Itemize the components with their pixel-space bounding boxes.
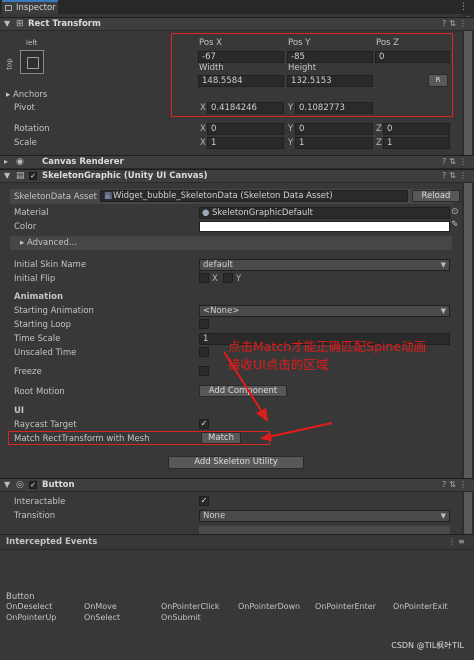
event-item: OnPointerEnter bbox=[315, 602, 376, 611]
dropdown-arrow-icon: ▼ bbox=[440, 512, 446, 520]
event-item: OnPointerUp bbox=[6, 613, 57, 622]
component-enabled-checkbox[interactable]: ✓ bbox=[29, 481, 37, 489]
arrow-line-2 bbox=[267, 422, 333, 438]
arrow-head-2 bbox=[260, 432, 272, 441]
partially-hidden-row bbox=[199, 526, 450, 534]
panel-menu-icon[interactable]: ⋮≡ bbox=[448, 537, 467, 546]
panel-divider bbox=[0, 549, 474, 550]
event-item: OnSelect bbox=[84, 613, 121, 622]
transition-label: Transition bbox=[14, 511, 56, 521]
intercepted-group-label: Button bbox=[6, 592, 35, 602]
interactable-label: Interactable bbox=[14, 497, 66, 507]
arrow-head-1 bbox=[256, 408, 268, 422]
transition-dropdown[interactable]: None ▼ bbox=[199, 510, 450, 522]
event-item: OnSubmit bbox=[161, 613, 201, 622]
transition-value: None bbox=[203, 511, 226, 521]
component-tools-icons[interactable]: ?⇅⋮ bbox=[442, 480, 470, 489]
intercepted-events-title: Intercepted Events bbox=[6, 537, 98, 547]
arrow-line-1 bbox=[223, 351, 263, 413]
event-item: OnPointerClick bbox=[161, 602, 220, 611]
component-title: Button bbox=[42, 480, 75, 490]
event-item: OnDeselect bbox=[6, 602, 53, 611]
button-icon: ◎ bbox=[16, 480, 24, 490]
add-skeleton-utility-button[interactable]: Add Skeleton Utility bbox=[168, 456, 304, 469]
watermark: CSDN @TIL枫叶TIL bbox=[391, 641, 464, 650]
event-item: OnPointerDown bbox=[238, 602, 301, 611]
button-component-header[interactable]: ▼ ◎ ✓ Button ?⇅⋮ bbox=[0, 478, 474, 492]
event-item: OnPointerExit bbox=[393, 602, 448, 611]
foldout-arrow-icon[interactable]: ▼ bbox=[4, 480, 10, 489]
event-item: OnMove bbox=[84, 602, 117, 611]
interactable-checkbox[interactable]: ✓ bbox=[199, 496, 209, 506]
